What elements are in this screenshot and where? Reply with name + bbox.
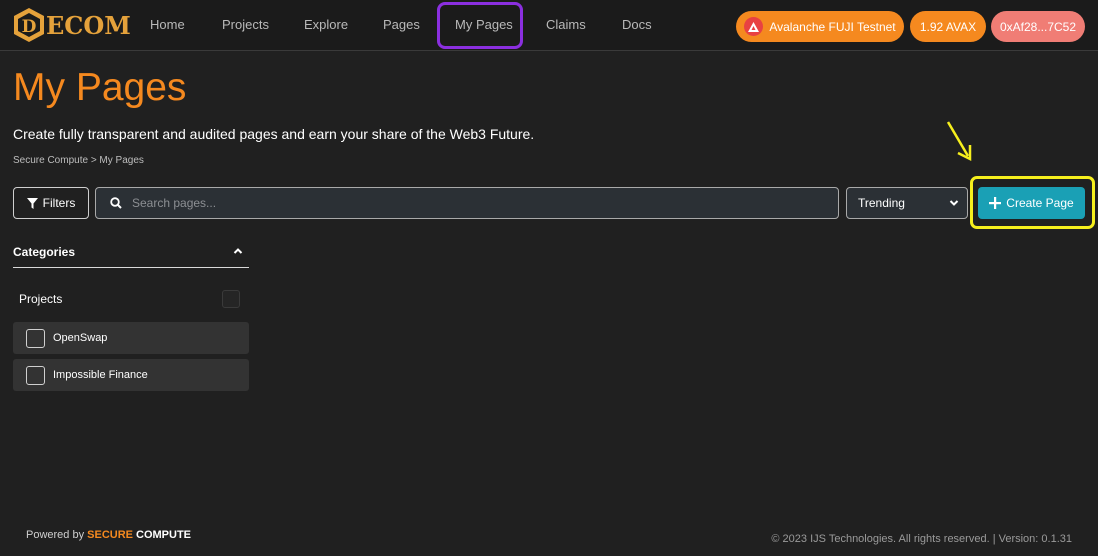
annotation-arrow <box>946 121 972 162</box>
footer-powered-by: Powered by SECURE COMPUTE <box>26 529 191 541</box>
category-group-label: Projects <box>19 292 63 306</box>
logo-letter: D <box>22 17 37 37</box>
balance-label: 1.92 AVAX <box>919 19 977 34</box>
nav-pages[interactable]: Pages <box>383 17 420 32</box>
chevron-down-icon <box>949 200 959 206</box>
logo-text: ECOM <box>46 10 131 40</box>
balance-button[interactable]: 1.92 AVAX <box>910 11 986 42</box>
breadcrumb: Secure Compute > My Pages <box>13 155 144 166</box>
sort-selected-label: Trending <box>858 196 905 210</box>
filter-icon <box>26 197 38 209</box>
nav-docs[interactable]: Docs <box>622 17 652 32</box>
categories-header[interactable]: Categories <box>13 243 249 268</box>
nav-claims[interactable]: Claims <box>546 17 586 32</box>
network-label: Avalanche FUJI Testnet <box>769 19 896 34</box>
category-item-openswap[interactable]: OpenSwap <box>13 322 249 354</box>
wallet-address-label: 0xAf28...7C52 <box>999 19 1077 34</box>
category-group-checkbox[interactable] <box>222 290 240 308</box>
top-navbar: D ECOM Home Projects Explore Pages My Pa… <box>0 0 1098 51</box>
logo-hex-icon: D <box>12 7 46 43</box>
page-subtitle: Create fully transparent and audited pag… <box>13 126 535 142</box>
search-input[interactable] <box>132 196 812 210</box>
page-title: My Pages <box>13 66 187 109</box>
search-box <box>95 187 839 219</box>
nav-home[interactable]: Home <box>150 17 185 32</box>
filters-label: Filters <box>42 196 76 210</box>
nav-my-pages[interactable]: My Pages <box>455 17 513 32</box>
chevron-up-icon[interactable] <box>233 246 243 256</box>
filters-button[interactable]: Filters <box>13 187 89 219</box>
create-page-button[interactable]: Create Page <box>978 187 1085 219</box>
footer-brand-compute[interactable]: COMPUTE <box>136 529 191 541</box>
create-page-label: Create Page <box>1006 196 1074 210</box>
wallet-address-button[interactable]: 0xAf28...7C52 <box>991 11 1085 42</box>
network-button[interactable]: Avalanche FUJI Testnet <box>736 11 904 42</box>
plus-icon <box>989 197 1002 209</box>
nav-explore[interactable]: Explore <box>304 17 348 32</box>
category-label: OpenSwap <box>53 332 108 344</box>
footer-brand-secure[interactable]: SECURE <box>87 529 133 541</box>
logo[interactable]: D ECOM <box>12 7 131 43</box>
category-checkbox[interactable] <box>26 328 45 348</box>
search-icon <box>110 197 122 209</box>
category-label: Impossible Finance <box>53 369 148 381</box>
category-item-impossible-finance[interactable]: Impossible Finance <box>13 359 249 391</box>
footer-copyright: © 2023 IJS Technologies. All rights rese… <box>771 533 1072 545</box>
sort-select[interactable]: Trending <box>846 187 968 219</box>
avalanche-icon <box>744 17 764 36</box>
categories-title: Categories <box>13 245 76 259</box>
powered-by-text: Powered by <box>26 529 85 541</box>
category-checkbox[interactable] <box>26 365 45 385</box>
nav-projects[interactable]: Projects <box>222 17 269 32</box>
